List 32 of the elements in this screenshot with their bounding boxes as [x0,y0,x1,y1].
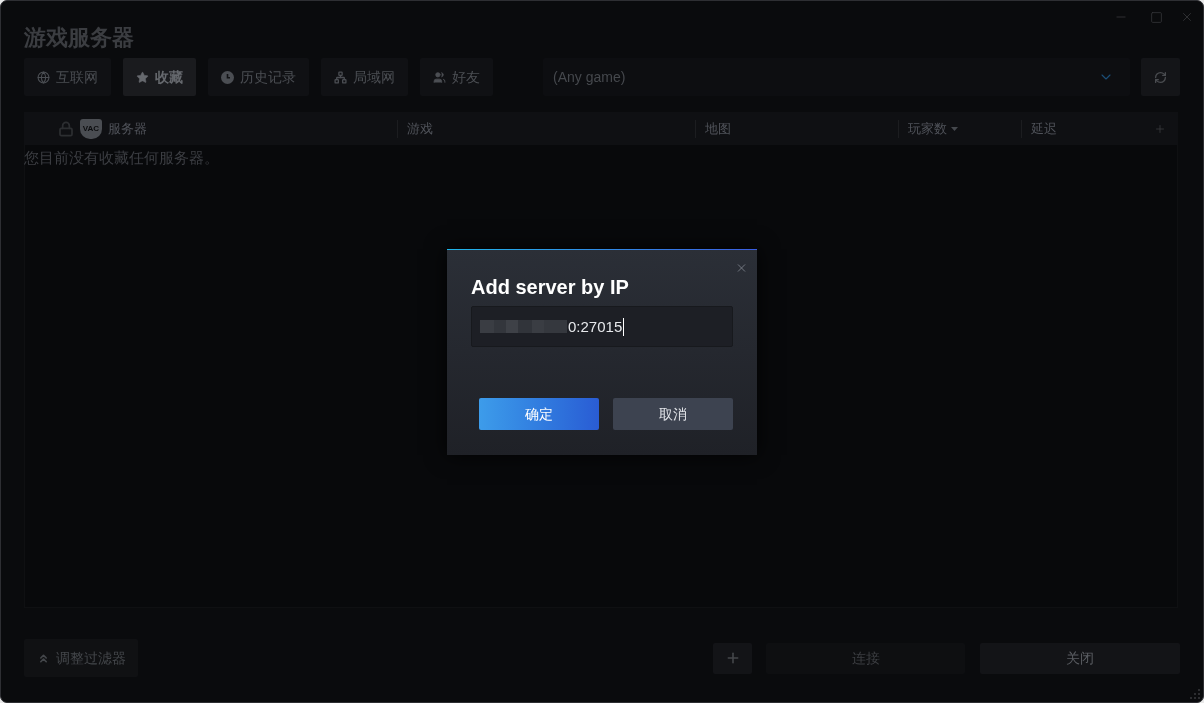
close-button[interactable] [735,261,748,274]
column-header[interactable]: 游戏 [407,118,433,139]
column-header[interactable]: 服务器 [108,118,147,139]
game-filter-dropdown[interactable]: (Any game) [543,58,1130,96]
star-icon [136,70,149,84]
tab[interactable]: 收藏 [123,58,196,96]
column-header[interactable]: 延迟 [1031,118,1057,139]
refresh-button[interactable] [1141,58,1180,96]
tab[interactable]: 互联网 [24,58,111,96]
dialog-button[interactable]: 确定 [479,398,599,430]
tab[interactable]: 好友 [420,58,493,96]
close-icon [1180,10,1194,24]
resize-grip-icon[interactable] [1190,689,1200,699]
tab[interactable]: 局域网 [321,58,408,96]
network-icon [334,70,347,84]
tab[interactable]: 历史记录 [208,58,309,96]
footer-button[interactable]: 关闭 [980,642,1180,674]
refresh-icon [1154,70,1167,84]
dialog-button[interactable]: 取消 [613,398,733,430]
maximize-icon [1149,10,1163,24]
users-icon [433,70,446,84]
add-column-icon[interactable] [1154,122,1166,135]
dialog-title: Add server by IP [471,275,629,299]
clock-icon [221,70,234,84]
column-header[interactable]: 玩家数 [908,118,947,139]
lock-icon [58,120,74,137]
globe-icon [37,70,50,84]
double-chevron-up-icon [37,651,50,665]
ip-input-field[interactable]: 0:27015 [471,306,733,347]
add-button[interactable] [713,642,752,674]
vac-shield-badge: VAC [80,118,102,139]
column-header[interactable]: 地图 [705,118,731,139]
